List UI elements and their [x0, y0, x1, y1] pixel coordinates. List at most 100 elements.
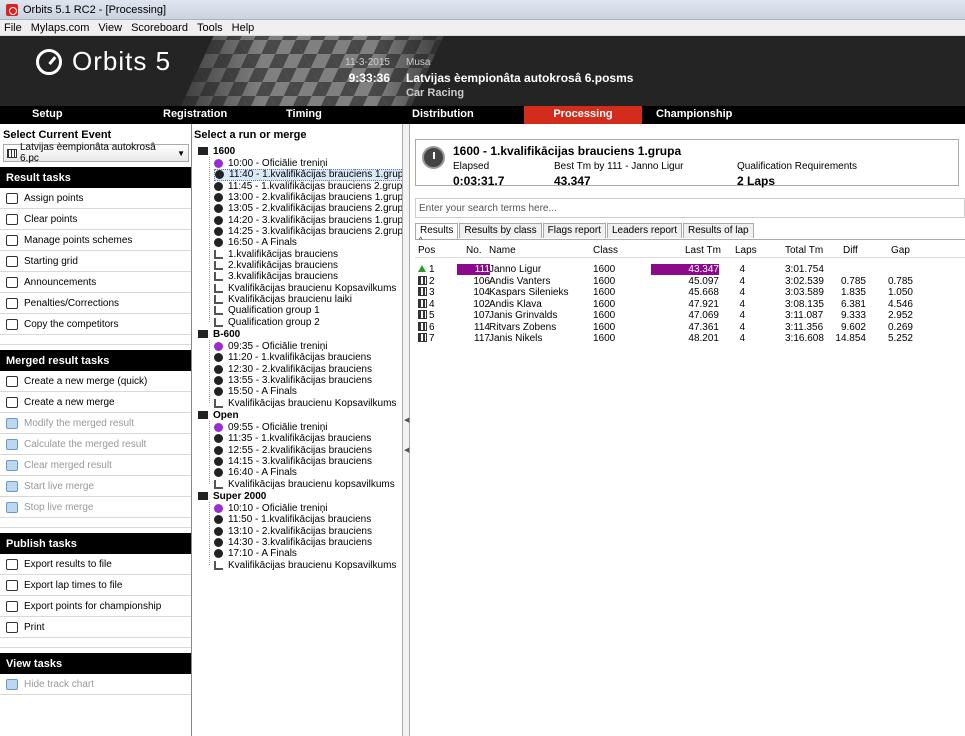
tree-item[interactable]: 2.kvalifikācijas brauciens [214, 260, 338, 272]
nav-championship[interactable]: Championship [656, 108, 732, 120]
tree-item[interactable]: Kvalifikācijas braucienu Kopsavilkums [214, 282, 396, 294]
tree-item[interactable]: 15:50 - A Finals [214, 386, 297, 398]
table-row[interactable]: 4 102 Andis Klava 1600 47.921 4 3:08.135 6.381 4… [415, 298, 965, 311]
menu-scoreboard[interactable]: Scoreboard [131, 22, 188, 34]
table-row[interactable]: 5 107 Janis Grinvalds 1600 47.069 4 3:11.087 9.… [415, 310, 965, 322]
merge-icon [214, 306, 223, 316]
practice-run-icon [214, 423, 223, 433]
manage-points-schemes[interactable]: Manage points schemes [0, 230, 191, 251]
tree-item[interactable]: 14:25 - 3.kvalifikācijas brauciens 2.gru… [214, 226, 409, 238]
tree-item[interactable]: 1.kvalifikācijas brauciens [214, 248, 338, 260]
assign-points[interactable]: Assign points [0, 188, 191, 209]
tree-item[interactable]: 11:50 - 1.kvalifikācijas brauciens [214, 514, 371, 526]
tree-item[interactable]: 10:10 - Oficiālie treniņi [214, 503, 328, 515]
tree-group[interactable]: 1600 [198, 145, 235, 157]
tree-item[interactable]: 13:55 - 3.kvalifikācijas brauciens [214, 375, 372, 387]
tree-item[interactable]: 14:20 - 3.kvalifikācijas brauciens 1.gru… [214, 214, 409, 226]
create-merge[interactable]: Create a new merge [0, 392, 191, 413]
tree-item[interactable]: Kvalifikācijas braucienu Kopsavilkums [214, 397, 396, 409]
nav-setup[interactable]: Setup [32, 108, 63, 120]
tree-item[interactable]: Kvalifikācijas braucienu Kopsavilkums [214, 559, 396, 571]
col-laps[interactable]: Laps [735, 245, 757, 256]
current-event-dropdown[interactable]: Latvijas èempionâta autokrosâ 6.pc ▼ [3, 142, 189, 164]
tree-group[interactable]: Open [198, 409, 239, 421]
starting-grid[interactable]: Starting grid [0, 251, 191, 272]
tree-item[interactable]: 11:20 - 1.kvalifikācijas brauciens [214, 352, 371, 364]
col-pos[interactable]: Pos [418, 245, 435, 256]
tree-item[interactable]: 14:15 - 3.kvalifikācijas brauciens [214, 456, 372, 468]
create-merge-quick[interactable]: Create a new merge (quick) [0, 371, 191, 392]
tree-item[interactable]: Kvalifikācijas braucienu kopsavilkums [214, 478, 395, 490]
col-name[interactable]: Name [489, 245, 516, 256]
tree-item[interactable]: 13:10 - 2.kvalifikācijas brauciens [214, 525, 372, 537]
tab-results-of-lap[interactable]: Results of lap [683, 223, 754, 238]
col-diff[interactable]: Diff [843, 245, 858, 256]
collapse-left-icon[interactable]: ◀ [404, 416, 409, 424]
tree-item[interactable]: 11:35 - 1.kvalifikācijas brauciens [214, 433, 371, 445]
collapse-right-icon[interactable]: ◀ [404, 446, 409, 454]
tree-item[interactable]: 3.kvalifikācijas brauciens [214, 271, 338, 283]
tree-item[interactable]: 14:30 - 3.kvalifikācijas brauciens [214, 537, 372, 549]
print[interactable]: Print [0, 617, 191, 638]
hide-track-chart[interactable]: Hide track chart [0, 674, 191, 695]
tree-item[interactable]: Qualification group 2 [214, 316, 320, 328]
col-no[interactable]: No. [466, 245, 482, 256]
tab-results-by-class[interactable]: Results by class [459, 223, 542, 238]
modify-merged-result[interactable]: Modify the merged result [0, 413, 191, 434]
run-icon [214, 457, 223, 467]
tree-group[interactable]: Super 2000 [198, 490, 266, 502]
tab-leaders-report[interactable]: Leaders report [606, 223, 683, 238]
copy-competitors[interactable]: Copy the competitors [0, 314, 191, 335]
calculate-merged-result[interactable]: Calculate the merged result [0, 434, 191, 455]
table-row[interactable]: 1 111 Janno Ligur 1600 43.347 4 3:01.754 [415, 264, 965, 276]
tree-item[interactable]: 16:40 - A Finals [214, 467, 297, 479]
table-row[interactable]: 6 114 Ritvars Zobens 1600 47.361 4 3:11.356 9.6… [415, 321, 965, 334]
tree-item[interactable]: 13:00 - 2.kvalifikācijas brauciens 1.gru… [214, 191, 409, 203]
tree-item[interactable]: 11:40 - 1.kvalifikācijas brauciens 1.gru… [214, 168, 410, 181]
col-gap[interactable]: Gap [891, 245, 910, 256]
clear-merged-result[interactable]: Clear merged result [0, 455, 191, 476]
tree-item[interactable]: 09:55 - Oficiālie treniņi [214, 422, 328, 434]
tree-item[interactable]: Kvalifikācijas braucienu laiki [214, 294, 352, 306]
tree-item[interactable]: 13:05 - 2.kvalifikācijas brauciens 2.gru… [214, 203, 409, 215]
run-icon [214, 468, 223, 478]
announcements[interactable]: Announcements [0, 272, 191, 293]
menu-view[interactable]: View [98, 22, 122, 34]
export-lap-times[interactable]: Export lap times to file [0, 575, 191, 596]
nav-processing[interactable]: Processing [524, 106, 642, 124]
export-results[interactable]: Export results to file [0, 554, 191, 575]
col-last-tm[interactable]: Last Tm [685, 245, 721, 256]
start-live-merge[interactable]: Start live merge [0, 476, 191, 497]
nav-registration[interactable]: Registration [163, 108, 227, 120]
panel-splitter[interactable]: ◀ ◀ [402, 124, 410, 736]
run-icon [214, 526, 223, 536]
export-points[interactable]: Export points for championship [0, 596, 191, 617]
tree-item[interactable]: 10:00 - Oficiālie treniņi [214, 157, 328, 169]
col-class[interactable]: Class [593, 245, 618, 256]
table-row[interactable]: 7 117 Janis Nikels 1600 48.201 4 3:16.608 14.85… [415, 333, 965, 345]
search-input[interactable]: Enter your search terms here... [415, 198, 965, 218]
tree-item[interactable]: 09:35 - Oficiālie treniņi [214, 341, 328, 353]
penalties-corrections-icon [6, 297, 18, 309]
tree-item[interactable]: 16:50 - A Finals [214, 237, 297, 249]
menu-mylaps[interactable]: Mylaps.com [31, 22, 90, 34]
clear-points[interactable]: Clear points [0, 209, 191, 230]
menu-tools[interactable]: Tools [197, 22, 223, 34]
tree-item[interactable]: 12:55 - 2.kvalifikācijas brauciens [214, 444, 372, 456]
tree-item[interactable]: 12:30 - 2.kvalifikācijas brauciens [214, 363, 372, 375]
table-row[interactable]: 2 106 Andis Vanters 1600 45.097 4 3:02.539 0.78… [415, 275, 965, 288]
stop-live-merge[interactable]: Stop live merge [0, 497, 191, 518]
nav-timing[interactable]: Timing [286, 108, 322, 120]
table-row[interactable]: 3 104 Kaspars Silenieks 1600 45.668 4 3:03.589… [415, 287, 965, 299]
menu-help[interactable]: Help [232, 22, 255, 34]
col-total-tm[interactable]: Total Tm [785, 245, 823, 256]
tree-item[interactable]: 11:45 - 1.kvalifikācijas brauciens 2.gru… [214, 180, 408, 192]
menu-file[interactable]: File [4, 22, 22, 34]
nav-distribution[interactable]: Distribution [412, 108, 474, 120]
tree-item[interactable]: Qualification group 1 [214, 305, 320, 317]
tree-item[interactable]: 17:10 - A Finals [214, 548, 297, 560]
penalties-corrections[interactable]: Penalties/Corrections [0, 293, 191, 314]
qualification-value: 2 Laps [737, 174, 776, 188]
tab-flags-report[interactable]: Flags report [542, 223, 606, 238]
tree-group[interactable]: B-600 [198, 328, 240, 340]
